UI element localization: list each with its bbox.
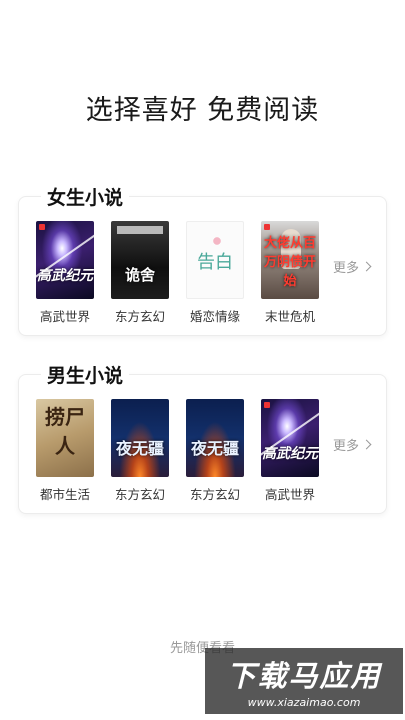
watermark-url: www.xiazaimao.com [247, 696, 361, 709]
book-cover[interactable]: 捞尸人 [36, 399, 94, 477]
book-card[interactable]: 大佬从百万阴债开始 末世危机 [260, 221, 320, 325]
chevron-right-icon [361, 439, 372, 450]
book-cover-title: 高武纪元 [262, 446, 318, 462]
book-cover-title: 告白 [197, 252, 233, 273]
site-watermark: 下载马应用 www.xiazaimao.com [205, 648, 403, 714]
book-cover-title: 夜无疆 [115, 439, 164, 458]
book-list-male: 捞尸人 都市生活 夜无疆 东方玄幻 夜无疆 东方玄幻 高武纪元 高武世界 [35, 399, 320, 503]
book-genre-label: 婚恋情缘 [189, 309, 240, 324]
book-card[interactable]: 诡舍 东方玄幻 [110, 221, 170, 325]
book-cover-title: 捞尸人 [45, 405, 85, 458]
more-label: 更多 [332, 261, 359, 276]
book-cover[interactable]: 大佬从百万阴债开始 [261, 221, 319, 299]
book-cover-title: 大佬从百万阴债开始 [263, 236, 316, 289]
section-title-female: 女生小说 [41, 183, 130, 210]
book-cover[interactable]: 高武纪元 [36, 221, 94, 299]
book-genre-label: 东方玄幻 [114, 487, 165, 502]
book-genre-label: 高武世界 [264, 487, 315, 502]
publisher-badge-icon [264, 224, 270, 230]
book-card[interactable]: 高武纪元 高武世界 [260, 399, 320, 503]
book-genre-label: 高武世界 [39, 309, 90, 324]
book-genre-label: 都市生活 [39, 487, 90, 502]
section-title-male: 男生小说 [41, 361, 130, 388]
book-cover[interactable]: 夜无疆 [111, 399, 169, 477]
book-cover-title: 诡舍 [124, 266, 155, 284]
publisher-badge-icon [264, 402, 270, 408]
book-cover-title: 夜无疆 [190, 439, 239, 458]
book-cover[interactable]: 诡舍 [111, 221, 169, 299]
male-novels-section: 男生小说 捞尸人 都市生活 夜无疆 东方玄幻 夜无疆 东方玄幻 高武纪元 高武世… [18, 361, 387, 514]
book-cover[interactable]: 告白 [186, 221, 244, 299]
more-button-male[interactable]: 更多 [332, 435, 372, 454]
book-genre-label: 东方玄幻 [189, 487, 240, 502]
book-genre-label: 东方玄幻 [114, 309, 165, 324]
book-list-female: 高武纪元 高武世界 诡舍 东方玄幻 告白 婚恋情缘 大佬从百万阴债开始 末世危机 [35, 221, 320, 325]
book-cover[interactable]: 夜无疆 [186, 399, 244, 477]
book-card[interactable]: 高武纪元 高武世界 [35, 221, 95, 325]
watermark-main: 下载马应用 [226, 659, 382, 693]
book-card[interactable]: 告白 婚恋情缘 [185, 221, 245, 325]
chevron-right-icon [361, 261, 372, 272]
more-label: 更多 [332, 439, 359, 454]
book-card[interactable]: 夜无疆 东方玄幻 [185, 399, 245, 503]
page-title: 选择喜好 免费阅读 [85, 95, 320, 126]
book-cover-title: 高武纪元 [37, 268, 93, 284]
book-cover[interactable]: 高武纪元 [261, 399, 319, 477]
book-genre-label: 末世危机 [264, 309, 315, 324]
publisher-badge-icon [39, 224, 45, 230]
female-novels-section: 女生小说 高武纪元 高武世界 诡舍 东方玄幻 告白 婚恋情缘 大佬从百万阴债开始… [18, 183, 387, 336]
book-card[interactable]: 捞尸人 都市生活 [35, 399, 95, 503]
book-card[interactable]: 夜无疆 东方玄幻 [110, 399, 170, 503]
more-button-female[interactable]: 更多 [332, 257, 372, 276]
preference-picker-screen: 选择喜好 免费阅读 女生小说 高武纪元 高武世界 诡舍 东方玄幻 告白 婚恋情缘… [0, 0, 405, 720]
